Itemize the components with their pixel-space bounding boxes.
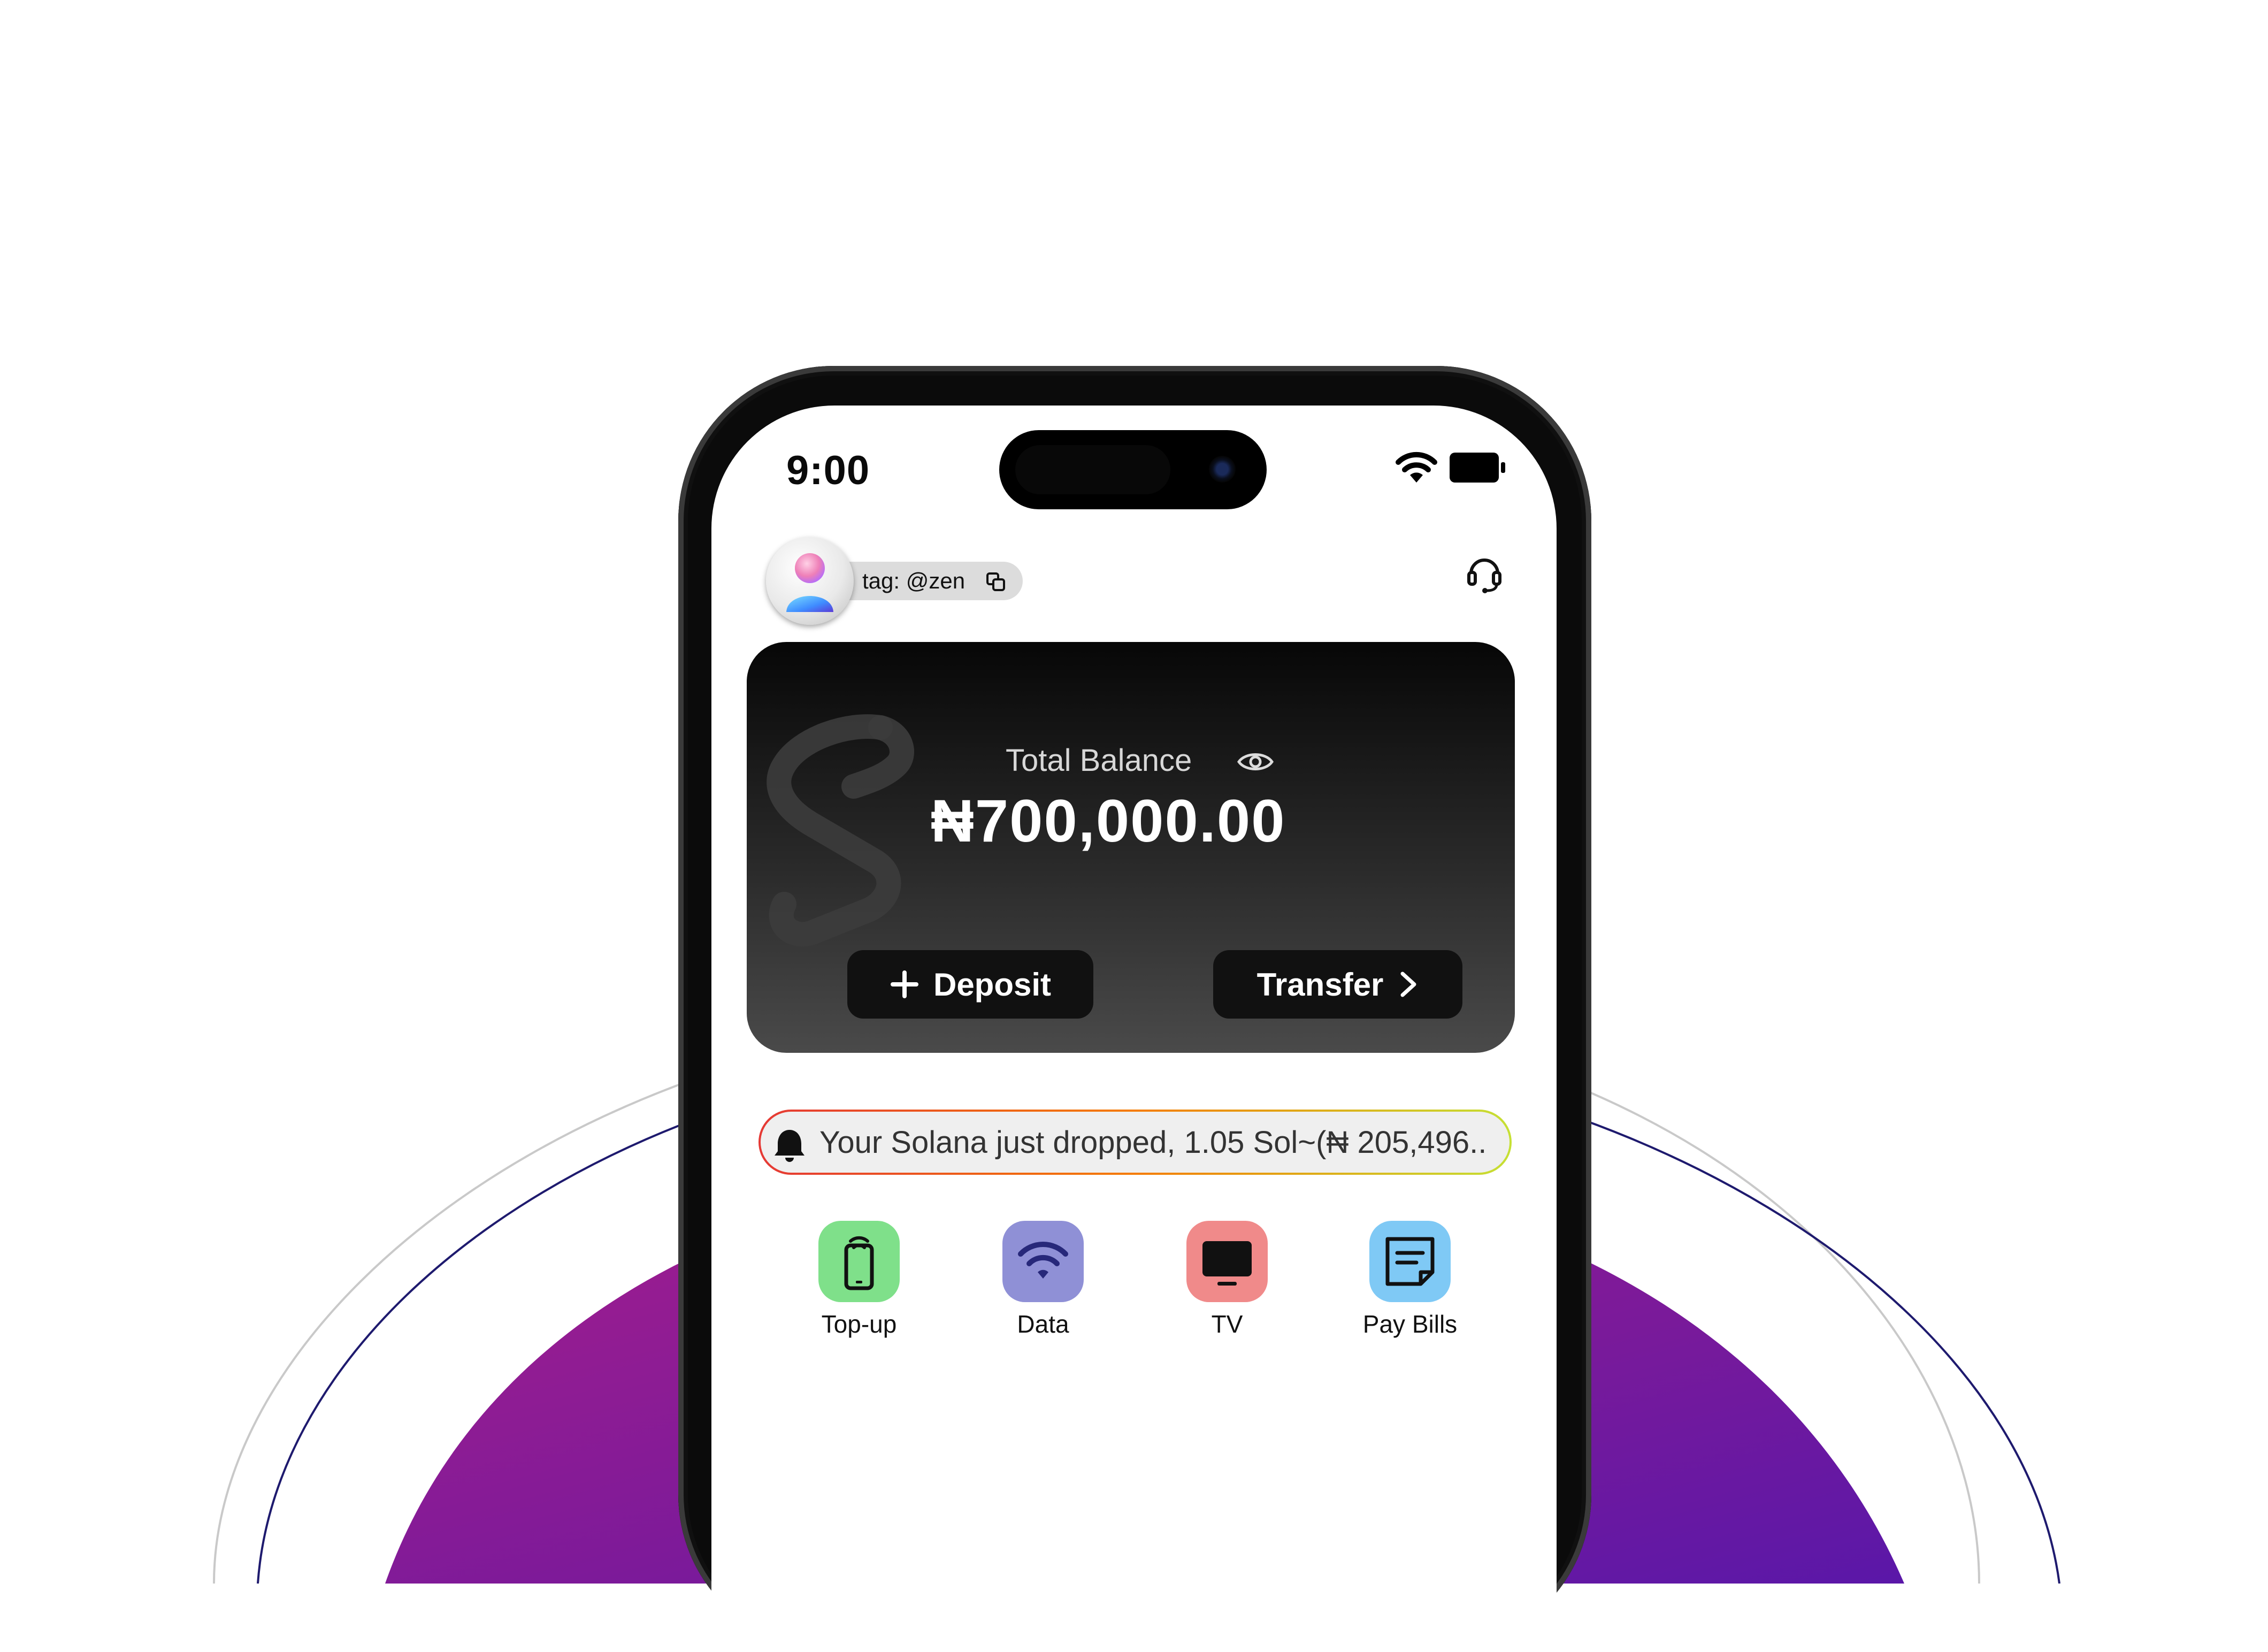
tv-icon bbox=[1186, 1221, 1268, 1302]
service-label-paybills: Pay Bills bbox=[1362, 1310, 1458, 1338]
service-tv[interactable]: TV bbox=[1186, 1221, 1307, 1339]
dynamic-island bbox=[999, 430, 1267, 509]
copy-icon[interactable] bbox=[985, 571, 1007, 593]
total-balance-label: Total Balance bbox=[1006, 743, 1192, 778]
battery-icon bbox=[1450, 453, 1505, 483]
chevron-right-icon bbox=[1400, 972, 1416, 997]
service-label-data: Data bbox=[1017, 1310, 1069, 1338]
balance-amount: ₦700,000.00 bbox=[931, 787, 1286, 854]
brand-logo-watermark bbox=[767, 714, 914, 947]
headset-icon[interactable] bbox=[1466, 551, 1503, 594]
island-sensor bbox=[1015, 445, 1170, 494]
service-paybills[interactable]: Pay Bills bbox=[1363, 1221, 1490, 1339]
service-topup[interactable]: Top-up bbox=[818, 1221, 939, 1339]
avatar[interactable] bbox=[766, 537, 854, 625]
wifi-icon bbox=[1396, 452, 1437, 483]
bell-icon bbox=[775, 1130, 804, 1162]
eye-icon[interactable] bbox=[1237, 749, 1274, 775]
service-label-topup: Top-up bbox=[821, 1310, 897, 1338]
user-avatar-icon bbox=[786, 553, 833, 612]
user-tag: tag: @zen bbox=[862, 568, 966, 593]
deposit-label: Deposit bbox=[933, 966, 1052, 1003]
plus-icon bbox=[890, 970, 918, 998]
status-time: 9:00 bbox=[786, 448, 870, 493]
service-label-tv: TV bbox=[1211, 1310, 1243, 1338]
transfer-label: Transfer bbox=[1256, 966, 1384, 1003]
phone-topup-icon bbox=[818, 1221, 900, 1302]
deposit-button[interactable]: Deposit bbox=[847, 950, 1093, 1019]
bills-icon bbox=[1369, 1221, 1451, 1302]
service-data[interactable]: Data bbox=[1002, 1221, 1123, 1339]
transfer-button[interactable]: Transfer bbox=[1213, 950, 1462, 1019]
data-wifi-icon bbox=[1002, 1221, 1084, 1302]
notification-text: Your Solana just dropped, 1.05 Sol~(₦ 20… bbox=[819, 1125, 1487, 1160]
front-camera bbox=[1209, 456, 1236, 483]
